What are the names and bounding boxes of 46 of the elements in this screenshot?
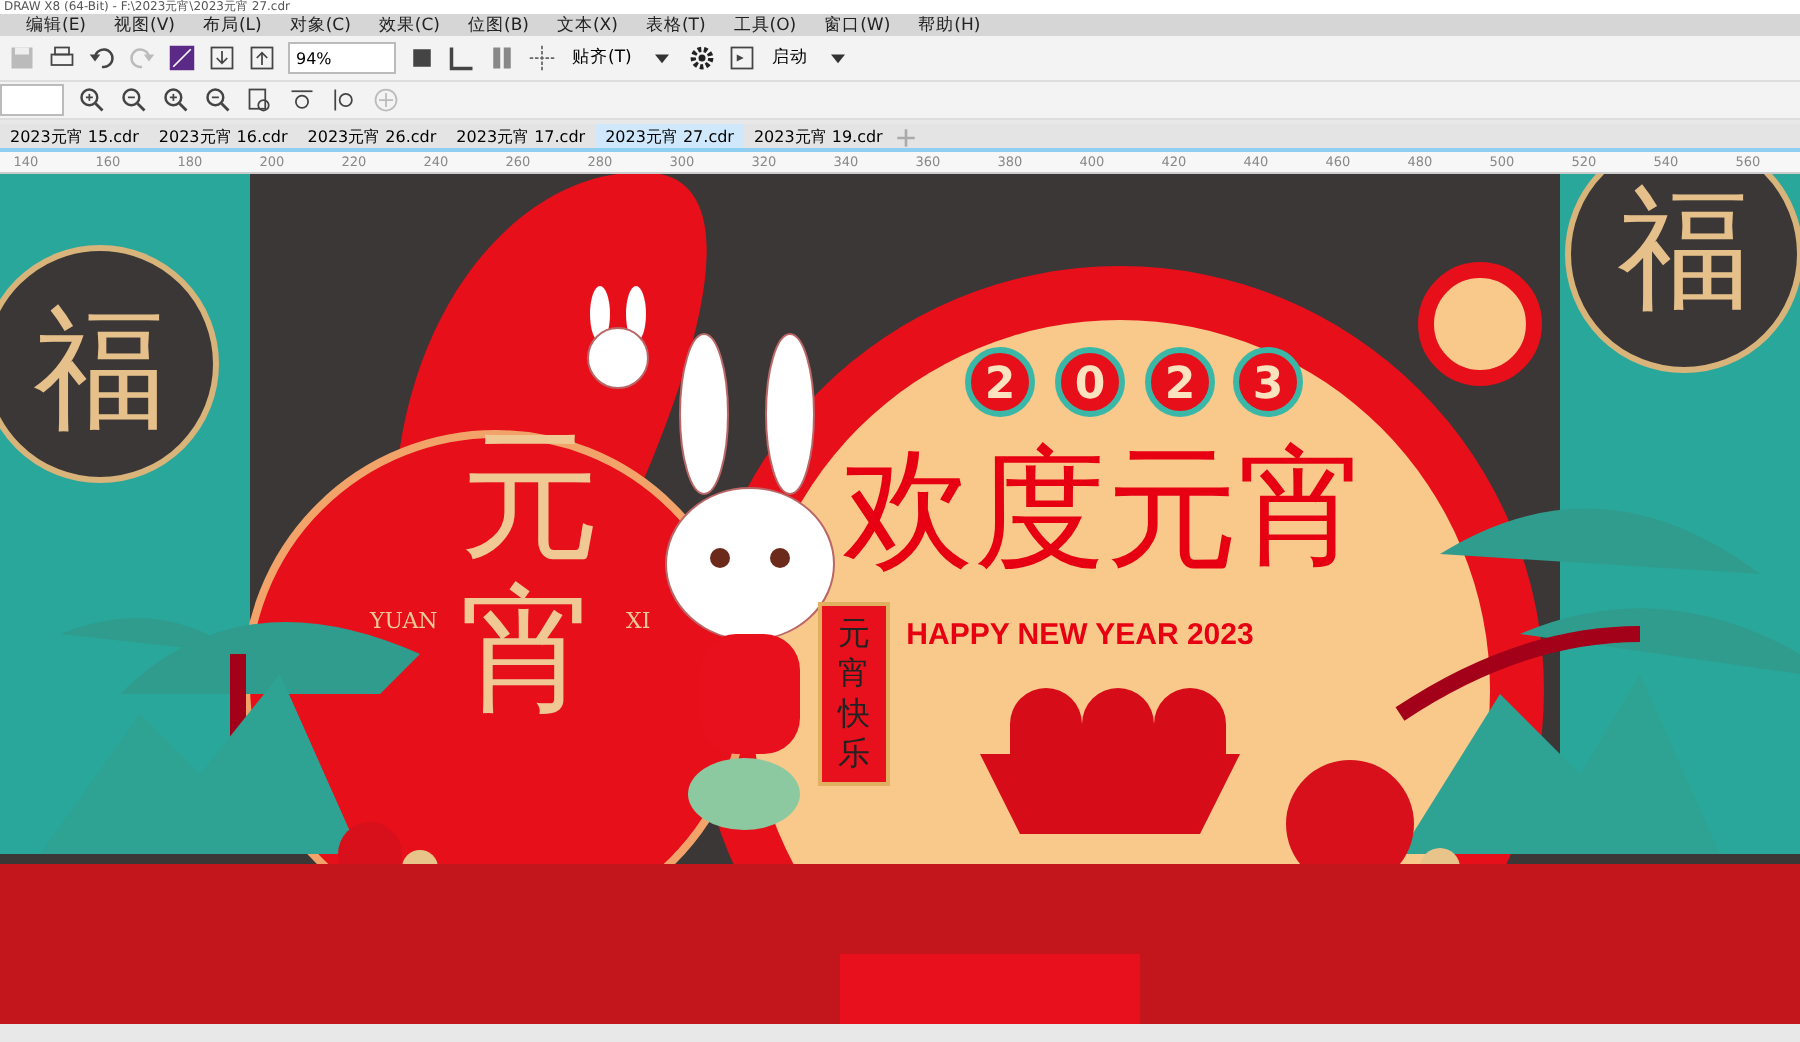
fu-character: 福 <box>34 292 166 446</box>
rulers-icon[interactable] <box>448 44 476 72</box>
snap-button[interactable]: 贴齐(T) <box>568 46 636 70</box>
document-tab[interactable]: 2023元宵 27.cdr <box>595 124 744 148</box>
pinyin-text: XI <box>626 608 651 634</box>
scroll-character: 元 <box>838 614 870 652</box>
printer-icon[interactable] <box>48 44 76 72</box>
subtitle: HAPPY NEW YEAR 2023 <box>906 618 1254 652</box>
menu-item[interactable]: 效果(C) <box>364 13 454 37</box>
headline: 欢度元宵 <box>842 432 1370 586</box>
dropdown-field[interactable] <box>0 84 64 116</box>
menu-item[interactable]: 对象(C) <box>275 13 365 37</box>
menu-item[interactable]: 视图(V) <box>100 13 189 37</box>
menu-item[interactable]: 工具(O) <box>719 13 811 37</box>
settings-icon[interactable] <box>687 44 716 72</box>
zoom-out-icon[interactable] <box>120 86 148 114</box>
fu-character: 福 <box>1618 174 1750 326</box>
menu-item[interactable]: 帮助(H) <box>904 13 995 37</box>
full-screen-icon[interactable] <box>408 44 436 72</box>
scroll-character: 宵 <box>838 654 870 692</box>
pinyin-text: YUAN <box>370 608 438 634</box>
menu-item[interactable]: 布局(L) <box>188 13 276 37</box>
menu-item[interactable]: 位图(B) <box>454 13 543 37</box>
rabbit-drawing <box>587 286 649 389</box>
guidelines-icon[interactable] <box>528 44 556 72</box>
menu-item[interactable]: 编辑(E) <box>12 13 101 37</box>
zoom-field[interactable]: 94% <box>288 42 396 74</box>
square-icon[interactable] <box>168 44 196 72</box>
window-icon[interactable] <box>727 44 756 72</box>
zoom-out-icon[interactable] <box>204 86 232 114</box>
small-ring <box>1418 262 1542 386</box>
zoom-height-icon[interactable] <box>330 86 358 114</box>
export-icon[interactable] <box>248 44 276 72</box>
import-icon[interactable] <box>208 44 236 72</box>
menu-item[interactable]: 窗口(W) <box>810 13 905 37</box>
zoom-in-icon[interactable] <box>78 86 106 114</box>
launch-button[interactable]: 启动 <box>767 46 812 70</box>
scroll-character: 乐 <box>838 734 870 772</box>
scroll-character: 快 <box>838 694 870 732</box>
undo-icon[interactable] <box>88 44 116 72</box>
menu-item[interactable]: 文本(X) <box>542 13 632 37</box>
grid-icon[interactable] <box>488 44 516 72</box>
zoom-width-icon[interactable] <box>288 86 316 114</box>
zoom-page-icon[interactable] <box>246 86 274 114</box>
menu-item[interactable]: 表格(T) <box>631 13 720 37</box>
zoom-in-icon[interactable] <box>162 86 190 114</box>
